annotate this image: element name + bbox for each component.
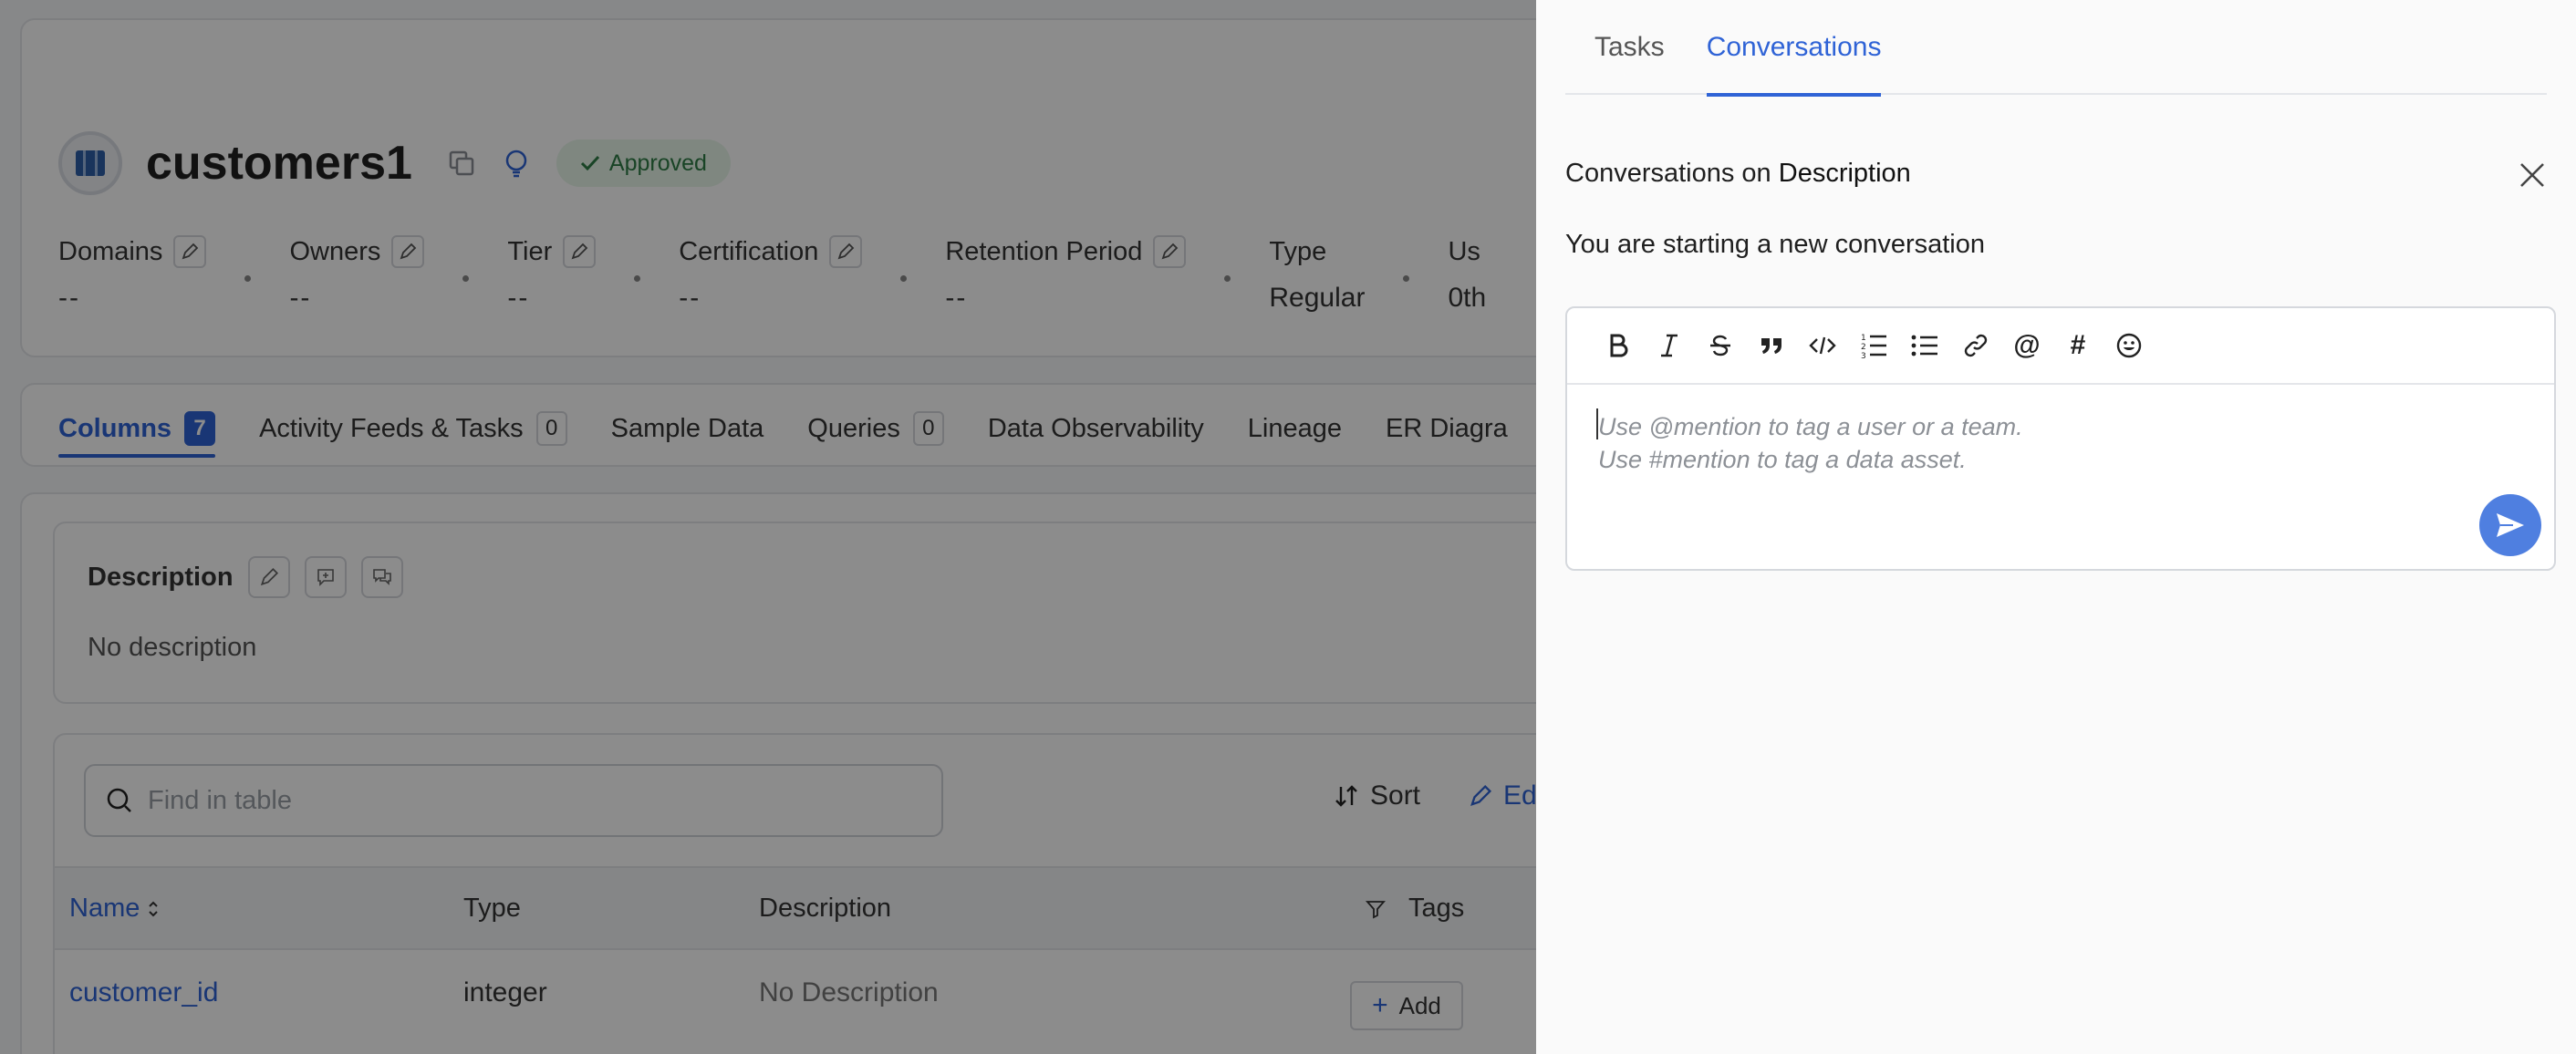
mention-icon[interactable]: @ xyxy=(2001,320,2052,371)
bold-icon[interactable] xyxy=(1593,320,1644,371)
editor-placeholder[interactable]: Use @mention to tag a user or a team. Us… xyxy=(1598,410,2023,476)
conversation-title-prefix: Conversations on xyxy=(1565,159,1771,188)
modal-overlay[interactable] xyxy=(0,0,1536,1054)
bullet-list-icon[interactable] xyxy=(1899,320,1950,371)
svg-text:1: 1 xyxy=(1861,334,1866,343)
message-editor: 123 @ # Use @mention to tag a user or a … xyxy=(1565,306,2556,571)
tab-conversations[interactable]: Conversations xyxy=(1706,0,1881,97)
placeholder-line: Use #mention to tag a data asset. xyxy=(1598,446,1967,473)
quote-icon[interactable] xyxy=(1746,320,1797,371)
conversation-title: Conversations on Description xyxy=(1565,159,1911,189)
ordered-list-icon[interactable]: 123 xyxy=(1848,320,1899,371)
drawer-tabs: Tasks Conversations xyxy=(1565,0,2547,97)
send-icon xyxy=(2497,513,2524,537)
svg-text:3: 3 xyxy=(1861,352,1866,359)
conversation-subtitle: You are starting a new conversation xyxy=(1565,230,1985,259)
emoji-icon[interactable] xyxy=(2103,320,2155,371)
close-icon xyxy=(2520,163,2544,187)
close-button[interactable] xyxy=(2514,157,2550,193)
italic-icon[interactable] xyxy=(1644,320,1695,371)
send-button[interactable] xyxy=(2479,494,2541,556)
placeholder-line: Use @mention to tag a user or a team. xyxy=(1598,413,2023,440)
conversations-drawer: Tasks Conversations Conversations on Des… xyxy=(1536,0,2576,1054)
hashtag-icon[interactable]: # xyxy=(2052,320,2103,371)
conversation-title-target: Description xyxy=(1778,159,1911,188)
code-icon[interactable] xyxy=(1797,320,1848,371)
strikethrough-icon[interactable] xyxy=(1695,320,1746,371)
tab-tasks[interactable]: Tasks xyxy=(1594,0,1665,95)
svg-text:2: 2 xyxy=(1861,343,1866,352)
editor-toolbar: 123 @ # xyxy=(1567,308,2554,385)
link-icon[interactable] xyxy=(1950,320,2001,371)
